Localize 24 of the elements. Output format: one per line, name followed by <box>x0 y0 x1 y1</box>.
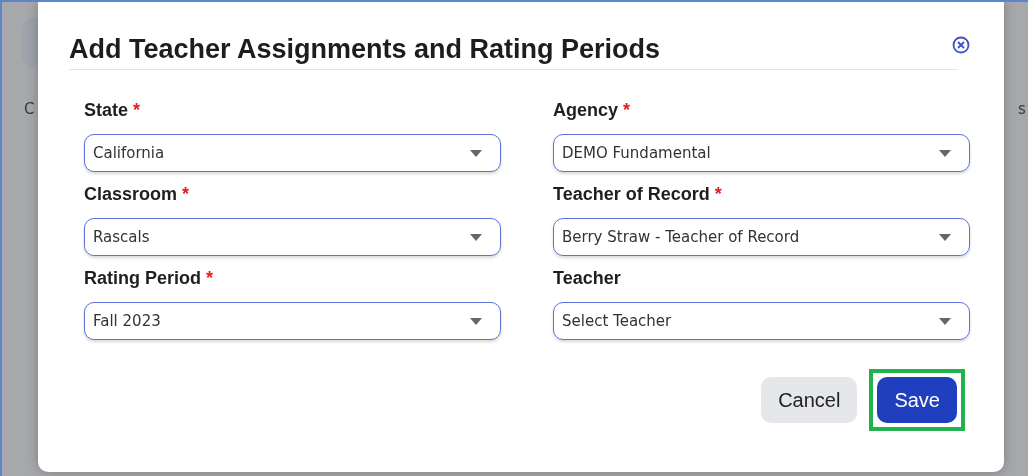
caret-icon <box>939 317 951 325</box>
dropdown[interactable]: Rascals <box>84 218 501 256</box>
save-button[interactable]: Save <box>877 377 957 423</box>
close-icon[interactable] <box>952 36 970 54</box>
field-label: State * <box>84 100 142 121</box>
caret-icon <box>939 233 951 241</box>
cancel-button[interactable]: Cancel <box>761 377 858 423</box>
background-text: s <box>1018 100 1026 118</box>
field-label: Teacher <box>553 268 622 289</box>
field-label: Classroom * <box>84 184 191 205</box>
field-label: Agency * <box>553 100 632 121</box>
field-label: Teacher of Record * <box>553 184 723 205</box>
dropdown[interactable]: Select Teacher <box>553 302 970 340</box>
caret-icon <box>470 149 482 157</box>
field-label: Rating Period * <box>84 268 215 289</box>
dropdown[interactable]: California <box>84 134 501 172</box>
background-text: C <box>24 100 35 118</box>
caret-icon <box>470 317 482 325</box>
caret-icon <box>470 233 482 241</box>
dropdown[interactable]: DEMO Fundamental <box>553 134 970 172</box>
caret-icon <box>939 149 951 157</box>
dropdown[interactable]: Fall 2023 <box>84 302 501 340</box>
dropdown[interactable]: Berry Straw - Teacher of Record <box>553 218 970 256</box>
dialog-title: Add Teacher Assignments and Rating Periods <box>69 34 661 65</box>
